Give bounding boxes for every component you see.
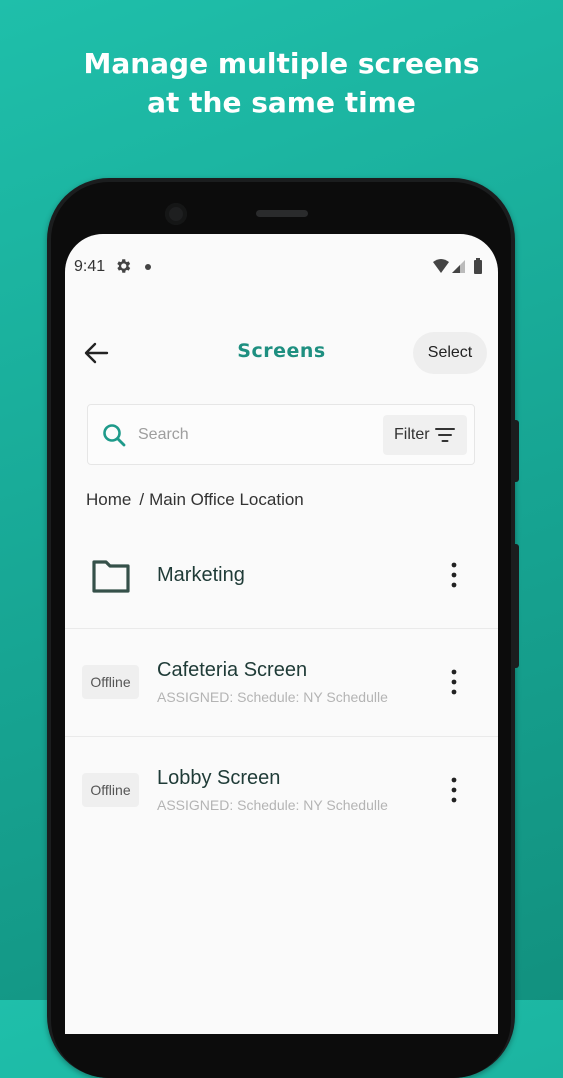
folder-name: Marketing [157,564,245,586]
front-camera [165,203,187,225]
breadcrumb-separator: / [139,490,145,509]
breadcrumb-home[interactable]: Home [86,490,131,509]
screen-name: Cafeteria Screen [157,659,308,681]
more-options-icon[interactable] [448,669,460,695]
status-badge: Offline [82,665,139,699]
search-bar: Filter [87,404,475,465]
search-icon [103,424,126,447]
app-screen: 9:41 Screens Select Search Filter Home /… [65,234,498,1034]
notification-dot [145,264,151,270]
battery-icon [474,258,482,274]
headline-line-1: Manage multiple screens [83,47,480,80]
status-indicators [433,258,482,274]
select-button[interactable]: Select [413,332,487,374]
gear-icon [117,259,131,273]
more-options-icon[interactable] [448,562,460,588]
breadcrumb: Home / Main Office Location [86,490,304,510]
filter-icon [435,428,455,442]
screen-assignment: ASSIGNED: Schedule: NY Schedulle [157,689,388,705]
promo-headline: Manage multiple screens at the same time [0,44,563,122]
screen-assignment: ASSIGNED: Schedule: NY Schedulle [157,797,388,813]
screen-name: Lobby Screen [157,767,281,789]
search-input[interactable] [138,423,338,447]
headline-line-2: at the same time [147,86,416,119]
wifi-icon [433,259,449,273]
earpiece-speaker [256,210,308,217]
signal-icon [452,260,465,273]
power-button [514,420,519,482]
breadcrumb-current: Main Office Location [149,490,304,509]
status-bar: 9:41 [65,234,498,300]
filter-button[interactable]: Filter [383,415,467,455]
volume-button [514,544,519,668]
status-badge: Offline [82,773,139,807]
more-options-icon[interactable] [448,777,460,803]
status-time: 9:41 [74,258,106,275]
filter-label: Filter [394,426,430,443]
folder-icon [92,560,130,593]
